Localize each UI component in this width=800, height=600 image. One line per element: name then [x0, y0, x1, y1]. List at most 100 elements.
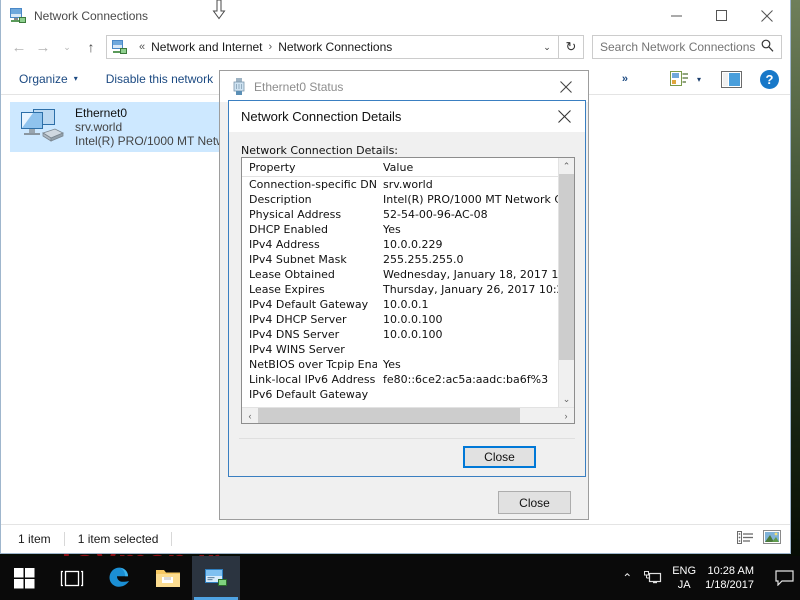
edge-browser-button[interactable] [96, 556, 144, 600]
scroll-up-icon[interactable]: ⌃ [559, 158, 574, 174]
row-value: 10.0.0.100 [383, 328, 443, 341]
row-value: fe80::6ce2:ac5a:aadc:ba6f%3 [383, 373, 549, 386]
large-icons-view-icon[interactable] [763, 530, 781, 549]
details-view-icon[interactable] [737, 530, 754, 549]
chevron-down-icon[interactable]: ▾ [697, 75, 701, 84]
taskbar: ⌃ ENG JA 10:28 AM 1/18/2017 [0, 556, 800, 600]
disable-network-button[interactable]: Disable this network [106, 72, 213, 86]
row-property: IPv4 DHCP Server [249, 313, 347, 326]
organize-label: Organize [19, 71, 68, 86]
help-button[interactable]: ? [760, 69, 779, 89]
selection-count: 1 item selected [77, 532, 159, 546]
chevron-down-icon[interactable]: ⌄ [536, 36, 558, 58]
vertical-scroll-thumb[interactable] [559, 174, 574, 360]
horizontal-scrollbar[interactable]: ‹ › [242, 407, 574, 423]
search-box[interactable] [592, 35, 782, 59]
table-row[interactable]: Link-local IPv6 Address fe80::6ce2:ac5a:a… [242, 372, 558, 387]
details-dialog-titlebar[interactable]: Network Connection Details [229, 101, 585, 132]
row-property: IPv4 Default Gateway [249, 298, 369, 311]
row-property: Link-local IPv6 Address [249, 373, 376, 386]
list-item-ethernet0[interactable]: Ethernet0 srv.world Intel(R) PRO/1000 MT… [10, 102, 230, 152]
network-tray-icon[interactable] [640, 556, 666, 600]
breadcrumb-network-and-internet[interactable]: Network and Internet [151, 40, 262, 54]
row-value: 255.255.255.0 [383, 253, 464, 266]
details-list: Property Value Connection-specific DNS …… [241, 157, 575, 424]
status-dialog-titlebar[interactable]: Ethernet0 Status [220, 71, 588, 102]
network-folder-icon [112, 39, 128, 55]
vertical-scroll-track[interactable] [559, 174, 574, 391]
overflow-button[interactable]: » [622, 73, 628, 85]
row-value: srv.world [383, 178, 433, 191]
forward-button[interactable]: → [31, 35, 55, 59]
window-titlebar[interactable]: Network Connections [1, 0, 790, 31]
table-row[interactable]: IPv6 Default Gateway [242, 387, 558, 402]
show-hidden-icons-button[interactable]: ⌃ [614, 556, 640, 600]
minimize-button[interactable] [654, 0, 699, 31]
status-dialog-close-button[interactable]: Close [498, 491, 571, 514]
table-row[interactable]: Lease Expires Thursday, January 26, 2017 … [242, 282, 558, 297]
vertical-scrollbar[interactable]: ⌃ ⌄ [558, 158, 574, 407]
table-row[interactable]: IPv4 WINS Server [242, 342, 558, 357]
clock-time: 10:28 AM [707, 565, 754, 577]
horizontal-scroll-thumb[interactable] [258, 408, 520, 423]
scroll-down-icon[interactable]: ⌄ [559, 391, 574, 407]
column-header-value[interactable]: Value [377, 161, 558, 174]
maximize-button[interactable] [699, 0, 744, 31]
row-property: Lease Expires [249, 283, 325, 296]
close-icon[interactable] [543, 71, 588, 102]
refresh-button[interactable]: ↻ [559, 35, 584, 59]
close-button[interactable] [744, 0, 790, 31]
connection-domain: srv.world [75, 120, 123, 134]
horizontal-scroll-track[interactable] [258, 408, 558, 423]
row-value: 10.0.0.1 [383, 298, 429, 311]
organize-button[interactable]: Organize ▾ [19, 72, 78, 86]
table-row[interactable]: IPv4 Default Gateway 10.0.0.1 [242, 297, 558, 312]
back-button[interactable]: ← [7, 35, 31, 59]
table-row[interactable]: Description Intel(R) PRO/1000 MT Network … [242, 192, 558, 207]
column-header-property[interactable]: Property [242, 161, 377, 174]
action-center-button[interactable] [768, 556, 800, 600]
row-property: Lease Obtained [249, 268, 335, 281]
network-connection-details-dialog: Network Connection Details Network Conne… [228, 100, 586, 477]
table-row[interactable]: DHCP Enabled Yes [242, 222, 558, 237]
connection-adapter: Intel(R) PRO/1000 MT Netw [75, 134, 225, 148]
row-property: IPv6 Default Gateway [249, 388, 369, 401]
row-value: Yes [383, 358, 401, 371]
details-dialog-title: Network Connection Details [241, 109, 402, 124]
up-button[interactable]: ↑ [79, 35, 103, 59]
start-button[interactable] [0, 556, 48, 600]
change-view-icon[interactable] [669, 71, 688, 87]
table-row[interactable]: IPv4 Subnet Mask 255.255.255.0 [242, 252, 558, 267]
task-view-button[interactable] [48, 556, 96, 600]
recent-locations-button[interactable]: ⌄ [55, 35, 79, 59]
network-connections-taskbar-button[interactable] [192, 556, 240, 600]
details-divider [239, 438, 575, 439]
table-row[interactable]: Connection-specific DNS … srv.world [242, 177, 558, 192]
view-options-group[interactable]: ▾ [669, 71, 701, 87]
chevron-down-icon: ▾ [73, 74, 78, 83]
mouse-cursor [212, 0, 226, 25]
details-close-button[interactable]: Close [463, 446, 536, 468]
breadcrumb-network-connections[interactable]: Network Connections [278, 40, 392, 54]
close-icon[interactable] [543, 101, 585, 132]
file-explorer-button[interactable] [144, 556, 192, 600]
table-row[interactable]: NetBIOS over Tcpip Enabl… Yes [242, 357, 558, 372]
table-row[interactable]: IPv4 DNS Server 10.0.0.100 [242, 327, 558, 342]
table-row[interactable]: IPv4 Address 10.0.0.229 [242, 237, 558, 252]
table-row[interactable]: Lease Obtained Wednesday, January 18, 201… [242, 267, 558, 282]
table-row[interactable]: Physical Address 52-54-00-96-AC-08 [242, 207, 558, 222]
search-input[interactable] [593, 40, 761, 54]
language-indicator[interactable]: ENG JA [672, 564, 696, 592]
system-tray: ⌃ ENG JA 10:28 AM 1/18/2017 [614, 556, 800, 600]
clock[interactable]: 10:28 AM 1/18/2017 [705, 564, 754, 592]
scroll-right-icon[interactable]: › [558, 408, 574, 423]
row-property: IPv4 Address [249, 238, 320, 251]
row-value: 10.0.0.229 [383, 238, 443, 251]
table-row[interactable]: IPv4 DHCP Server 10.0.0.100 [242, 312, 558, 327]
address-bar[interactable]: « Network and Internet › Network Connect… [106, 35, 559, 59]
preview-pane-icon[interactable] [721, 70, 742, 88]
scroll-left-icon[interactable]: ‹ [242, 408, 258, 423]
row-value: 10.0.0.100 [383, 313, 443, 326]
search-icon[interactable] [761, 39, 774, 55]
details-section-label: Network Connection Details: [241, 144, 399, 157]
